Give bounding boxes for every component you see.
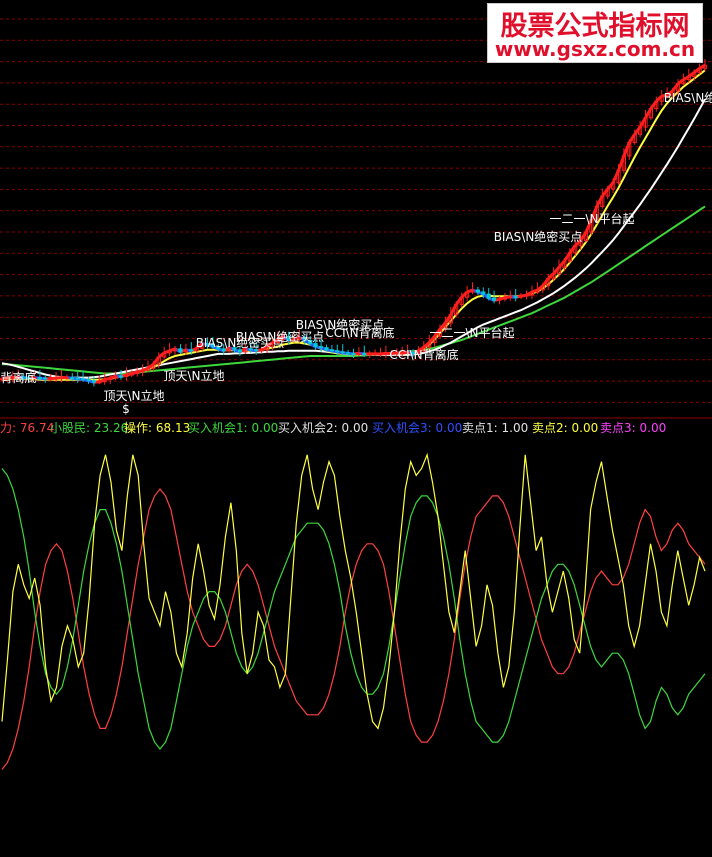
trend-segment — [617, 155, 626, 171]
trend-segment — [622, 141, 631, 157]
candle-body — [64, 377, 70, 380]
annotation-label: 顶天\N立地 — [163, 368, 224, 383]
candle-body — [351, 352, 356, 355]
candle-body — [97, 381, 102, 384]
trend-segment — [693, 67, 701, 74]
candle-body — [237, 349, 243, 353]
indicator-line-操作 — [1, 452, 706, 730]
indicator-value: 力: 76.74 — [0, 421, 54, 435]
candle-body — [189, 349, 194, 352]
site-logo: 股票公式指标网 www.gsxz.com.cn — [487, 3, 703, 63]
candle-body — [48, 378, 53, 381]
trend-segment — [460, 290, 469, 299]
indicator-header: 力: 76.74小股民: 23.26操作: 68.13买入机会1: 0.00 买入… — [0, 420, 666, 435]
candle-body — [37, 377, 42, 380]
trend-segment — [449, 303, 458, 316]
trend-segment — [606, 181, 615, 190]
trend-segment — [611, 169, 620, 184]
trend-segment — [568, 244, 577, 254]
candle-body — [475, 289, 480, 293]
candle-body — [481, 291, 486, 295]
trend-segment — [649, 100, 658, 110]
candle-body — [524, 294, 529, 297]
candle-body — [486, 293, 491, 299]
annotation-label: $ — [122, 402, 130, 416]
candle-body — [43, 377, 48, 380]
candle-body — [492, 297, 497, 301]
candle-body — [497, 298, 502, 301]
indicator-lines — [1, 452, 706, 770]
indicator-value: 买入机会1: 0.00 — [188, 421, 278, 435]
trend-segment — [455, 296, 463, 306]
candle-body — [313, 343, 318, 348]
indicator-value: 卖点1: 1.00 — [462, 421, 528, 435]
candle-body — [340, 351, 345, 354]
trend-segment — [601, 187, 609, 198]
candle-body — [513, 296, 518, 299]
trend-segment — [422, 341, 431, 349]
trend-segment — [563, 251, 572, 262]
trend-segment — [633, 126, 642, 136]
ma-green-line — [2, 205, 706, 375]
indicator-line-小股民 — [1, 468, 706, 750]
trend-segment — [552, 266, 561, 275]
logo-url: www.gsxz.com.cn — [494, 37, 696, 61]
candle-body — [367, 353, 372, 356]
trend-segment — [595, 195, 604, 208]
candle-body — [75, 377, 80, 380]
candle-body — [178, 348, 183, 353]
candle-body — [91, 380, 97, 383]
trend-segment — [157, 351, 166, 359]
candle-body — [59, 377, 64, 380]
indicator-line-力 — [1, 488, 706, 770]
candle-body — [81, 378, 86, 381]
candle-body — [383, 352, 388, 355]
annotation-label: 一二一\N平台起 — [549, 211, 634, 226]
candle-body — [329, 349, 334, 352]
indicator-value: 买入机会3: 0.00 — [372, 421, 462, 435]
annotation-label: CCI\N背离底 — [325, 325, 394, 340]
trend-segment — [677, 78, 685, 85]
candle-body — [373, 353, 378, 356]
stock-chart: N背离底顶天\N立地顶天\N立地$BIAS\N绝密买点BIAS\N绝密买点BIA… — [0, 18, 712, 770]
candle-body — [118, 375, 124, 378]
candle-body — [54, 377, 59, 380]
trend-segment — [628, 133, 636, 144]
annotation-label: BIAS\N绝密买点 — [196, 335, 285, 350]
indicator-value: 小股民: 23.26 — [50, 421, 128, 435]
trend-segment — [687, 71, 696, 78]
indicator-value: 买入机会2: 0.00 — [278, 421, 368, 435]
candle-body — [362, 352, 367, 355]
annotation-label: BIAS\N绝密买点 — [494, 229, 583, 244]
annotation-label: BIAS\N绝 — [664, 90, 712, 105]
indicator-value: 卖点3: 0.00 — [600, 421, 666, 435]
candle-body — [378, 353, 383, 356]
candle-body — [519, 295, 524, 298]
indicator-value: 操作: 68.13 — [124, 420, 190, 435]
annotation-label: 顶天\N立地 — [103, 388, 164, 403]
trend-segment — [655, 95, 663, 103]
candle-body — [346, 352, 351, 355]
candle-body — [319, 346, 324, 349]
candle-body — [86, 379, 91, 382]
candle-body — [324, 347, 329, 351]
trend-segment — [557, 260, 566, 269]
indicator-value: 卖点2: 0.00 — [532, 421, 598, 435]
trend-segment — [547, 272, 555, 280]
candle-body — [508, 296, 513, 299]
candle-body — [335, 350, 340, 353]
trend-segment — [671, 82, 680, 92]
annotation-label: N背离底 — [0, 370, 36, 385]
annotation-label: 一二一\N平台起 — [429, 325, 514, 340]
candle-body — [70, 377, 75, 380]
trend-segment — [152, 356, 161, 366]
candle-body — [356, 352, 361, 355]
annotation-label: CCI\N背离底 — [389, 347, 458, 362]
trend-segment — [644, 107, 653, 119]
